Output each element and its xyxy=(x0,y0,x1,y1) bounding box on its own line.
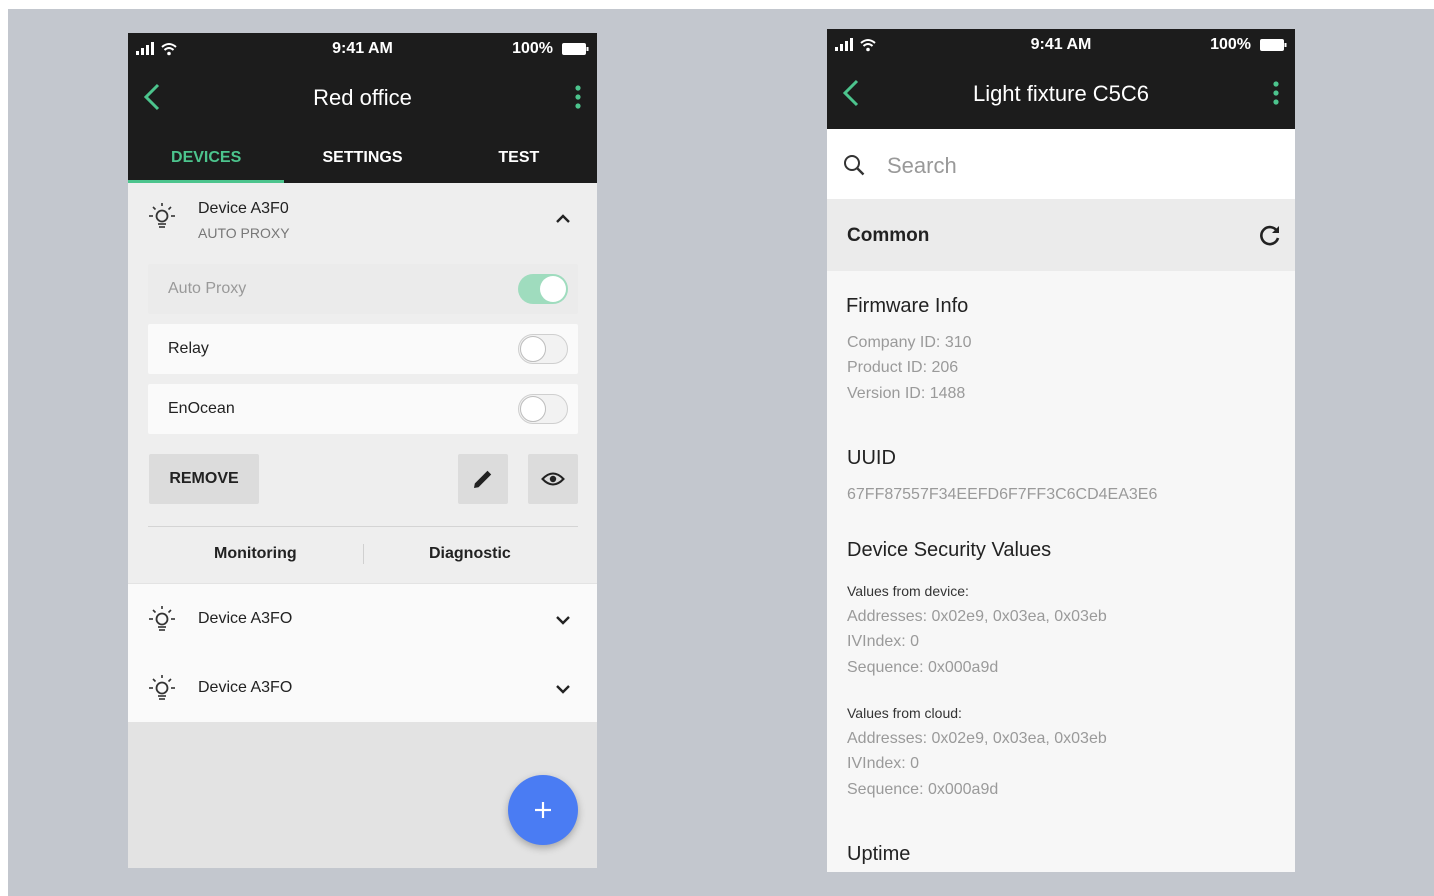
cloud-sequence: Sequence: 0x000a9d xyxy=(847,781,999,798)
uuid-title: UUID xyxy=(847,447,896,469)
search-icon xyxy=(844,155,865,176)
firmware-product-id: Product ID: 206 xyxy=(847,359,959,376)
app-bar: Red office xyxy=(128,65,597,129)
battery-icon xyxy=(562,43,589,55)
toggle-label: EnOcean xyxy=(168,400,235,417)
tab-devices[interactable]: DEVICES xyxy=(128,129,285,183)
search-bar xyxy=(827,129,1295,199)
phone-light-fixture: 9:41 AM 100% Light fixture C5C6 Common xyxy=(827,29,1295,872)
battery-icon xyxy=(1260,39,1287,51)
more-icon[interactable] xyxy=(571,83,585,111)
device-name: Device A3FO xyxy=(198,610,293,627)
device-list-item[interactable]: Device A3FO xyxy=(128,584,597,653)
edit-button[interactable] xyxy=(458,454,508,504)
battery-percent: 100% xyxy=(512,40,553,57)
cloud-values-label: Values from cloud: xyxy=(847,705,962,721)
search-input[interactable] xyxy=(885,149,1269,183)
chevron-down-icon[interactable] xyxy=(553,610,573,630)
add-device-button[interactable] xyxy=(508,775,578,845)
enocean-switch[interactable] xyxy=(518,394,568,424)
device-name: Device A3F0 xyxy=(198,200,289,217)
firmware-company-id: Company ID: 310 xyxy=(847,334,972,351)
toggle-row-relay: Relay xyxy=(148,324,578,374)
vertical-divider xyxy=(363,544,364,564)
device-list-item[interactable]: Device A3FO xyxy=(128,653,597,722)
tab-bar: DEVICES SETTINGS TEST xyxy=(128,129,597,183)
firmware-version-id: Version ID: 1488 xyxy=(847,385,966,402)
uptime-title: Uptime xyxy=(847,843,911,865)
refresh-icon[interactable] xyxy=(1257,223,1283,249)
chevron-up-icon[interactable] xyxy=(553,209,573,229)
firmware-title: Firmware Info xyxy=(846,295,969,317)
tab-settings[interactable]: SETTINGS xyxy=(284,129,440,183)
toggle-row-auto-proxy: Auto Proxy xyxy=(148,264,578,314)
pencil-icon xyxy=(474,470,492,488)
bulb-icon xyxy=(149,203,175,228)
more-icon[interactable] xyxy=(1269,79,1283,107)
device-card-expanded: Device A3F0 AUTO PROXY Auto Proxy Relay … xyxy=(128,183,597,583)
device-sequence: Sequence: 0x000a9d xyxy=(847,659,999,676)
device-values-label: Values from device: xyxy=(847,583,969,599)
status-bar: 9:41 AM 100% xyxy=(827,29,1295,61)
phone-red-office: 9:41 AM 100% Red office DEVICES SETTINGS… xyxy=(128,33,597,868)
switch-knob xyxy=(540,276,566,302)
divider xyxy=(148,526,578,527)
toggle-label: Relay xyxy=(168,340,209,357)
status-bar: 9:41 AM 100% xyxy=(128,33,597,65)
diagnostic-link[interactable]: Diagnostic xyxy=(429,545,511,563)
section-title: Common xyxy=(847,225,930,246)
remove-button[interactable]: REMOVE xyxy=(149,454,259,504)
device-name: Device A3FO xyxy=(198,679,293,696)
page-title: Light fixture C5C6 xyxy=(972,81,1150,106)
device-addresses: Addresses: 0x02e9, 0x03ea, 0x03eb xyxy=(847,608,1107,625)
cloud-ivindex: IVIndex: 0 xyxy=(847,755,920,772)
battery-percent: 100% xyxy=(1210,36,1251,53)
security-title: Device Security Values xyxy=(847,539,1052,561)
eye-icon xyxy=(541,472,565,486)
plus-icon xyxy=(535,802,551,818)
app-bar: Light fixture C5C6 xyxy=(827,61,1295,129)
toggle-row-enocean: EnOcean xyxy=(148,384,578,434)
device-ivindex: IVIndex: 0 xyxy=(847,633,920,650)
cloud-addresses: Addresses: 0x02e9, 0x03ea, 0x03eb xyxy=(847,730,1107,747)
device-subtitle: AUTO PROXY xyxy=(198,225,290,241)
tab-test[interactable]: TEST xyxy=(441,129,597,183)
relay-switch[interactable] xyxy=(518,334,568,364)
chevron-down-icon[interactable] xyxy=(553,679,573,699)
device-header[interactable]: Device A3F0 AUTO PROXY xyxy=(128,183,597,253)
monitoring-link[interactable]: Monitoring xyxy=(214,545,297,563)
bulb-icon xyxy=(149,675,175,700)
view-button[interactable] xyxy=(528,454,578,504)
toggle-label: Auto Proxy xyxy=(168,280,247,297)
bulb-icon xyxy=(149,606,175,631)
uuid-value: 67FF87557F34EEFD6F7FF3C6CD4EA3E6 xyxy=(847,486,1158,503)
section-header: Common xyxy=(827,199,1295,271)
page-title: Red office xyxy=(313,85,412,110)
auto-proxy-switch[interactable] xyxy=(518,274,568,304)
switch-knob xyxy=(520,336,546,362)
switch-knob xyxy=(520,396,546,422)
